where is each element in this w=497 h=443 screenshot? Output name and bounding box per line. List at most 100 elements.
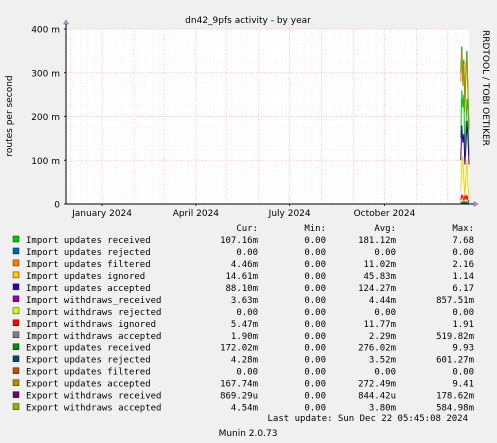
legend-value: 2.16 [452,260,474,270]
legend-value: 3.52m [369,356,396,366]
legend-column-header: Avg: [374,224,396,234]
chart-title: dn42_9pfs activity - by year [185,16,311,26]
legend-value: 45.83m [363,272,396,282]
legend-value: 5.47m [231,320,258,330]
legend-value: 0.00 [452,308,474,318]
legend-value: 0.00 [304,332,326,342]
legend-value: 1.90m [231,332,258,342]
legend-series-name: Import withdraws_received [26,296,161,306]
legend-series-name: Export updates rejected [26,356,151,366]
legend-value: 0.00 [304,248,326,258]
legend-value: 0.00 [452,368,474,378]
legend-swatch [12,355,20,362]
legend-value: 4.44m [369,296,396,306]
legend-value: 181.12m [358,236,396,246]
legend-series-name: Import updates received [26,236,151,246]
legend-value: 9.41 [452,380,474,390]
legend-swatch [12,367,20,374]
legend-value: 0.00 [304,260,326,270]
legend-value: 4.54m [231,404,258,414]
legend-value: 272.49m [358,380,396,390]
legend-swatch [12,235,20,243]
legend-series-name: Import updates accepted [26,284,151,294]
legend-swatch [12,319,20,326]
legend-value: 0.00 [374,248,396,258]
legend-value: 124.27m [358,284,396,294]
legend-value: 9.93 [452,344,474,354]
chart: dn42_9pfs activity - by year RRDTOOL / T… [0,0,497,443]
y-axis-label: routes per second [5,75,15,156]
footer-version: Munin 2.0.73 [219,429,278,439]
legend-value: 3.80m [369,404,396,414]
x-tick-label: January 2024 [71,209,132,219]
legend-value: 0.00 [304,296,326,306]
legend-series-name: Export withdraws accepted [26,404,161,414]
y-tick-label: 300 m [31,69,60,79]
legend-value: 0.00 [304,356,326,366]
x-tick-label: July 2024 [268,209,311,219]
side-watermark: RRDTOOL / TOBI OETIKER [480,30,490,146]
legend-value: 88.10m [225,284,258,294]
legend-value: 0.00 [304,368,326,378]
legend-value: 0.00 [304,272,326,282]
x-tick-label: October 2024 [354,209,416,219]
legend-value: 0.00 [304,380,326,390]
legend-value: 857.51m [436,296,474,306]
x-tick-label: April 2024 [173,209,220,219]
legend-series-name: Export withdraws received [26,392,161,402]
legend-series-name: Import withdraws ignored [26,320,156,330]
legend-value: 601.27m [436,356,474,366]
legend-value: 0.00 [236,248,258,258]
legend-value: 1.14 [452,272,474,282]
legend-value: 276.02m [358,344,396,354]
legend-swatch [12,271,20,279]
legend-value: 6.17 [452,284,474,294]
legend-value: 11.02m [363,260,396,270]
legend-swatch [12,295,20,303]
legend-value: 0.00 [236,308,258,318]
legend-value: 0.00 [304,236,326,246]
y-tick-label: 0 [54,201,60,211]
legend-swatch [12,247,20,255]
legend-series-name: Import updates rejected [26,248,151,258]
legend-value: 14.61m [225,272,258,282]
legend-value: 0.00 [374,368,396,378]
legend-swatch [12,379,20,386]
legend-swatch [12,259,20,267]
legend-value: 584.98m [436,404,474,414]
legend-value: 11.77m [363,320,396,330]
legend-swatch [12,403,20,410]
y-tick-label: 400 m [31,26,60,36]
legend-value: 172.02m [220,344,258,354]
legend-value: 1.91 [452,320,474,330]
legend-value: 167.74m [220,380,258,390]
y-tick-label: 100 m [31,157,60,167]
legend-value: 0.00 [304,284,326,294]
legend-column-header: Max: [452,224,474,234]
legend-column-header: Min: [304,224,326,234]
legend-series-name: Export updates received [26,344,151,354]
legend-swatch [12,283,20,291]
legend-value: 0.00 [452,248,474,258]
legend-value: 178.62m [436,392,474,402]
legend-swatch [12,307,20,315]
legend-value: 4.28m [231,356,258,366]
legend-series-name: Export updates filtered [26,368,151,378]
legend-series-name: Import updates filtered [26,260,151,270]
legend-value: 3.63m [231,296,258,306]
y-tick-label: 200 m [31,113,60,123]
legend-value: 107.16m [220,236,258,246]
legend-column-header: Cur: [236,224,258,234]
legend-value: 7.68 [452,236,474,246]
legend-value: 869.29u [220,392,258,402]
legend-swatch [12,391,20,398]
legend-swatch [12,343,20,350]
last-update: Last update: Sun Dec 22 05:45:08 2024 [268,414,468,424]
legend-value: 4.46m [231,260,258,270]
legend-series-name: Import withdraws accepted [26,332,161,342]
legend-value: 519.82m [436,332,474,342]
legend-value: 0.00 [304,320,326,330]
legend-value: 0.00 [236,368,258,378]
legend-value: 844.42u [358,392,396,402]
legend-series-name: Import withdraws rejected [26,308,161,318]
